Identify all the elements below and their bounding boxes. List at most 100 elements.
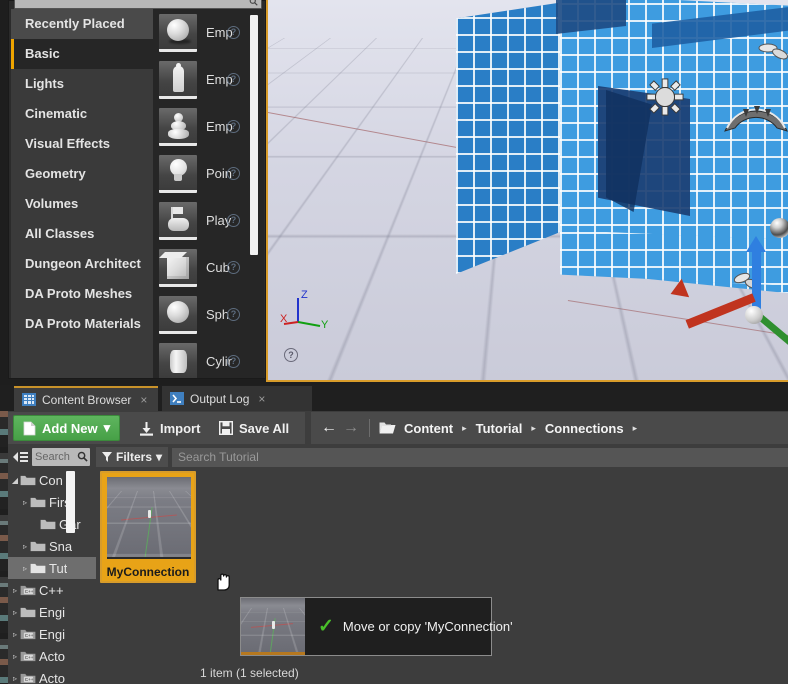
close-icon[interactable]: × — [140, 393, 147, 407]
category-label: Volumes — [25, 196, 79, 211]
place-actors-item-list[interactable]: Emp ? Emp ? Emp ? Poin ? Play ? Cub ? Sp… — [153, 9, 264, 378]
place-actor-item[interactable]: Cylir ? — [153, 338, 264, 378]
expander-icon[interactable]: ▹ — [10, 652, 20, 661]
expander-icon[interactable]: ▹ — [10, 608, 20, 617]
folder-icon — [20, 475, 36, 486]
collapse-tree-icon[interactable] — [12, 450, 28, 464]
help-icon[interactable]: ? — [227, 120, 240, 133]
breadcrumb-crumb-content[interactable]: Content — [404, 421, 453, 436]
tree-item-content[interactable]: ◢ Con — [8, 469, 96, 491]
place-actor-item[interactable]: Emp ? — [153, 9, 264, 56]
filters-button[interactable]: Filters ▾ — [96, 447, 169, 467]
expander-icon[interactable]: ▹ — [20, 498, 30, 507]
close-icon[interactable]: × — [258, 392, 265, 406]
category-basic[interactable]: Basic — [11, 39, 153, 69]
help-icon[interactable]: ? — [227, 355, 240, 368]
propeller-widget-icon — [758, 43, 788, 60]
tree-item-gar[interactable]: Gar — [8, 513, 96, 535]
expander-icon[interactable]: ▹ — [10, 674, 20, 683]
category-volumes[interactable]: Volumes — [11, 189, 153, 219]
asset-count-label: 1 item (1 selected) — [200, 666, 299, 680]
svg-text:C++: C++ — [25, 633, 34, 638]
tree-item-tutorial[interactable]: ▹ Tut — [8, 557, 96, 579]
category-lights[interactable]: Lights — [11, 69, 153, 99]
place-actors-scrollbar-thumb[interactable] — [250, 15, 258, 255]
help-icon[interactable]: ? — [227, 261, 240, 274]
expander-icon[interactable]: ▹ — [20, 542, 30, 551]
expander-icon[interactable]: ▹ — [10, 630, 20, 639]
drag-drop-tooltip: ✓ Move or copy 'MyConnection' — [240, 597, 513, 656]
category-cinematic[interactable]: Cinematic — [11, 99, 153, 129]
breadcrumb-crumb-connections[interactable]: Connections — [545, 421, 624, 436]
svg-text:C++: C++ — [25, 677, 34, 682]
chevron-right-icon[interactable]: ▸ — [633, 423, 638, 434]
help-icon[interactable]: ? — [227, 26, 240, 39]
tree-search-placeholder: Search — [35, 451, 70, 463]
asset-view: Filters ▾ Search Tutorial MyConnection ✓… — [96, 445, 788, 684]
content-browser-icon — [22, 393, 36, 406]
help-icon[interactable]: ? — [227, 308, 240, 321]
back-button[interactable]: ← — [321, 419, 337, 437]
gizmo-axis-z-arrow[interactable] — [746, 236, 766, 252]
import-label: Import — [160, 420, 201, 436]
save-all-button[interactable]: Save All — [213, 415, 295, 441]
category-da-proto-meshes[interactable]: DA Proto Meshes — [11, 279, 153, 309]
category-dungeon-architect[interactable]: Dungeon Architect — [11, 249, 153, 279]
item-label: Sph — [206, 307, 230, 322]
add-new-button[interactable]: Add New ▾ — [13, 415, 121, 441]
folder-icon — [30, 541, 46, 552]
place-actor-item[interactable]: Emp ? — [153, 103, 264, 150]
expander-icon[interactable]: ▹ — [20, 564, 30, 573]
chevron-down-icon: ▾ — [103, 420, 111, 435]
axis-label-x: X — [280, 313, 288, 325]
gear-widget-icon[interactable] — [646, 78, 684, 116]
tree-item-engine-cpp[interactable]: ▹ C++ Engi — [8, 623, 96, 645]
category-visual-effects[interactable]: Visual Effects — [11, 129, 153, 159]
tree-rows: ◢ Con ▹ Firs Gar — [8, 469, 96, 684]
level-viewport[interactable]: Z Y X ? — [266, 0, 788, 382]
breadcrumb-crumb-tutorial[interactable]: Tutorial — [476, 421, 523, 436]
chevron-right-icon[interactable]: ▸ — [531, 423, 536, 434]
category-geometry[interactable]: Geometry — [11, 159, 153, 189]
import-button[interactable]: Import — [133, 415, 206, 441]
forward-button[interactable]: → — [343, 419, 359, 437]
rotation-arc-widget-icon[interactable] — [723, 95, 788, 135]
tree-item-cpp[interactable]: ▹ C++ C++ — [8, 579, 96, 601]
help-icon[interactable]: ? — [227, 73, 240, 86]
asset-tile-myconnection[interactable]: MyConnection — [100, 471, 196, 583]
place-actor-item[interactable]: Emp ? — [153, 56, 264, 103]
place-actor-item[interactable]: Poin ? — [153, 150, 264, 197]
help-icon[interactable]: ? — [227, 214, 240, 227]
tree-item-first[interactable]: ▹ Firs — [8, 491, 96, 513]
chevron-right-icon[interactable]: ▸ — [462, 423, 467, 434]
tab-content-browser[interactable]: Content Browser × — [14, 386, 158, 411]
category-all-classes[interactable]: All Classes — [11, 219, 153, 249]
expander-icon[interactable]: ▹ — [10, 586, 20, 595]
tree-item-engine[interactable]: ▹ Engi — [8, 601, 96, 623]
help-icon[interactable]: ? — [227, 167, 240, 180]
transform-gizmo[interactable] — [666, 236, 788, 368]
category-da-proto-materials[interactable]: DA Proto Materials — [11, 309, 153, 339]
category-recently-placed[interactable]: Recently Placed — [11, 9, 153, 39]
asset-search-input[interactable]: Search Tutorial — [172, 447, 788, 467]
tree-item-label: Con — [39, 472, 63, 488]
gizmo-axis-z[interactable] — [752, 248, 761, 314]
tree-item-sna[interactable]: ▹ Sna — [8, 535, 96, 557]
place-actor-item[interactable]: Play ? — [153, 197, 264, 244]
tree-item-actor-b[interactable]: ▹ C++ Acto — [8, 667, 96, 684]
place-actors-search-input[interactable] — [14, 0, 262, 9]
gizmo-center-handle[interactable] — [745, 306, 763, 324]
tab-output-log[interactable]: Output Log × — [162, 386, 312, 411]
place-actor-item[interactable]: Cub ? — [153, 244, 264, 291]
tree-scrollbar-thumb[interactable] — [66, 471, 75, 533]
asset-grid: MyConnection ✓ Move or copy 'MyConnectio… — [100, 471, 788, 656]
tree-item-actor-a[interactable]: ▹ C++ Acto — [8, 645, 96, 667]
tree-item-label: Engi — [39, 626, 66, 642]
tree-search-input[interactable]: Search — [32, 448, 90, 466]
viewport-help-icon[interactable]: ? — [284, 348, 298, 362]
content-browser-panel: Content Browser × Output Log × Add New ▾… — [0, 385, 788, 684]
drag-drop-message: Move or copy 'MyConnection' — [342, 619, 513, 634]
expander-icon[interactable]: ◢ — [10, 476, 20, 485]
window-edge-strip — [0, 385, 8, 684]
place-actor-item[interactable]: Sph ? — [153, 291, 264, 338]
